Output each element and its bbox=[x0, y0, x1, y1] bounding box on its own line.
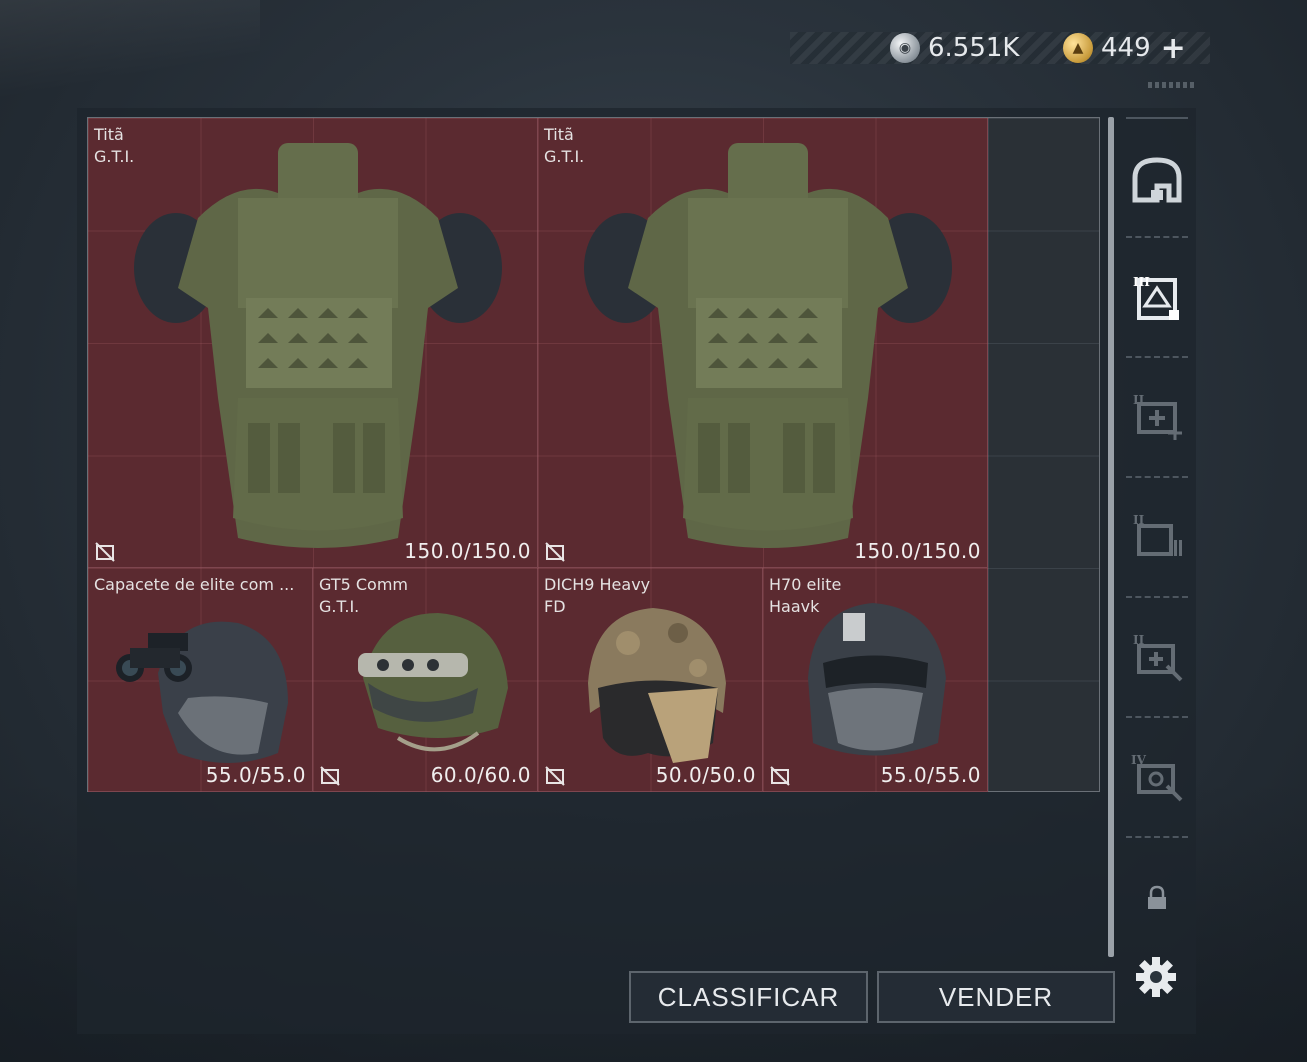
item-brand: G.T.I. bbox=[319, 597, 360, 616]
tab-locked[interactable] bbox=[1126, 868, 1188, 928]
item-title: Titã bbox=[544, 125, 574, 144]
backpack-icon bbox=[1132, 157, 1182, 203]
inventory-item-helmet-nvg[interactable]: Capacete de elite com ... 55.0/55.0 bbox=[88, 568, 313, 792]
lock-icon bbox=[1148, 885, 1166, 909]
helmet-nvg-icon bbox=[116, 621, 288, 763]
svg-text:IV: IV bbox=[1131, 753, 1147, 767]
item-brand: G.T.I. bbox=[94, 147, 135, 166]
inventory-item-vest-2[interactable]: Titã G.T.I. 150.0/150.0 bbox=[538, 118, 988, 568]
svg-text:II: II bbox=[1133, 393, 1145, 407]
item-durability: 150.0/150.0 bbox=[404, 539, 531, 563]
tactical-vest-icon bbox=[584, 143, 952, 548]
tab-armor[interactable]: III bbox=[1126, 268, 1188, 328]
tab-ammo[interactable]: II bbox=[1126, 506, 1188, 566]
silver-coin-icon: ◉ bbox=[890, 33, 920, 63]
item-durability: 55.0/55.0 bbox=[880, 763, 981, 787]
item-durability: 150.0/150.0 bbox=[854, 539, 981, 563]
side-tab-divider bbox=[1126, 356, 1188, 358]
svg-text:II: II bbox=[1133, 513, 1145, 527]
no-insurance-icon bbox=[95, 542, 115, 562]
side-tab-divider bbox=[1126, 476, 1188, 478]
tab-medical[interactable]: II bbox=[1126, 386, 1188, 446]
armor-vest-icon: III bbox=[1133, 275, 1179, 320]
repair-kit-icon: IV bbox=[1131, 753, 1183, 802]
item-name: Capacete de elite com ... bbox=[94, 574, 294, 596]
sort-button[interactable]: CLASSIFICAR bbox=[629, 971, 868, 1023]
item-name: H70 elite Haavk bbox=[769, 574, 841, 618]
item-durability: 60.0/60.0 bbox=[430, 763, 531, 787]
item-durability: 55.0/55.0 bbox=[205, 763, 306, 787]
silver-currency: ◉ 6.551K bbox=[890, 32, 1019, 64]
inventory-item-vest-1[interactable]: Titã G.T.I. 150.0/150.0 bbox=[88, 118, 538, 568]
silver-amount: 6.551K bbox=[928, 33, 1020, 63]
side-tabs-top-line bbox=[1126, 117, 1188, 119]
item-name: Titã G.T.I. bbox=[94, 124, 134, 168]
sell-button[interactable]: VENDER bbox=[877, 971, 1115, 1023]
inventory-item-helmet-mask[interactable]: H70 elite Haavk 55.0/55.0 bbox=[763, 568, 988, 792]
gold-amount: 449 bbox=[1101, 33, 1151, 63]
no-insurance-icon bbox=[545, 766, 565, 786]
tactical-vest-icon bbox=[134, 143, 502, 548]
tab-repair[interactable]: II bbox=[1126, 626, 1188, 686]
item-title: H70 elite bbox=[769, 575, 842, 594]
medkit-icon: II bbox=[1133, 393, 1182, 440]
item-name: DICH9 Heavy FD bbox=[544, 574, 650, 618]
tab-repair-advanced[interactable]: IV bbox=[1126, 746, 1188, 806]
item-durability: 50.0/50.0 bbox=[655, 763, 756, 787]
add-currency-button[interactable]: + bbox=[1161, 31, 1186, 66]
side-tab-divider bbox=[1126, 596, 1188, 598]
ammo-box-icon: II bbox=[1133, 513, 1182, 556]
item-name: Titã G.T.I. bbox=[544, 124, 584, 168]
inventory-item-helmet-comm[interactable]: GT5 Comm G.T.I. 60.0/60.0 bbox=[313, 568, 538, 792]
item-title: GT5 Comm bbox=[319, 575, 408, 594]
side-tab-divider bbox=[1126, 236, 1188, 238]
background-light-streak bbox=[0, 0, 260, 120]
no-insurance-icon bbox=[770, 766, 790, 786]
tab-backpack[interactable] bbox=[1126, 150, 1188, 210]
item-brand: G.T.I. bbox=[544, 147, 585, 166]
item-brand: FD bbox=[544, 597, 566, 616]
helmet-comm-icon bbox=[358, 613, 508, 752]
item-title: Titã bbox=[94, 125, 124, 144]
side-tab-divider bbox=[1126, 836, 1188, 838]
currency-bar: ◉ 6.551K ▲ 449 + bbox=[790, 31, 1210, 66]
item-title: DICH9 Heavy bbox=[544, 575, 651, 594]
svg-text:II: II bbox=[1133, 633, 1145, 647]
inventory-scrollbar[interactable] bbox=[1108, 117, 1114, 957]
helmet-mask-icon bbox=[808, 603, 946, 756]
no-insurance-icon bbox=[545, 542, 565, 562]
repair-kit-icon: II bbox=[1133, 633, 1183, 682]
item-name: GT5 Comm G.T.I. bbox=[319, 574, 408, 618]
svg-text:III: III bbox=[1133, 275, 1150, 289]
item-title: Capacete de elite com ... bbox=[94, 575, 295, 594]
gold-coin-icon: ▲ bbox=[1063, 33, 1093, 63]
panel-tag bbox=[1148, 82, 1196, 88]
side-tab-divider bbox=[1126, 716, 1188, 718]
inventory-grid: Titã G.T.I. 150.0/150.0 Titã G.T.I. 150.… bbox=[87, 117, 1100, 792]
no-insurance-icon bbox=[320, 766, 340, 786]
inventory-item-helmet-camo[interactable]: DICH9 Heavy FD 50.0/50.0 bbox=[538, 568, 763, 792]
settings-gear-icon[interactable] bbox=[1134, 955, 1178, 999]
helmet-camo-icon bbox=[588, 608, 726, 763]
gold-currency: ▲ 449 + bbox=[1063, 31, 1186, 66]
item-brand: Haavk bbox=[769, 597, 820, 616]
